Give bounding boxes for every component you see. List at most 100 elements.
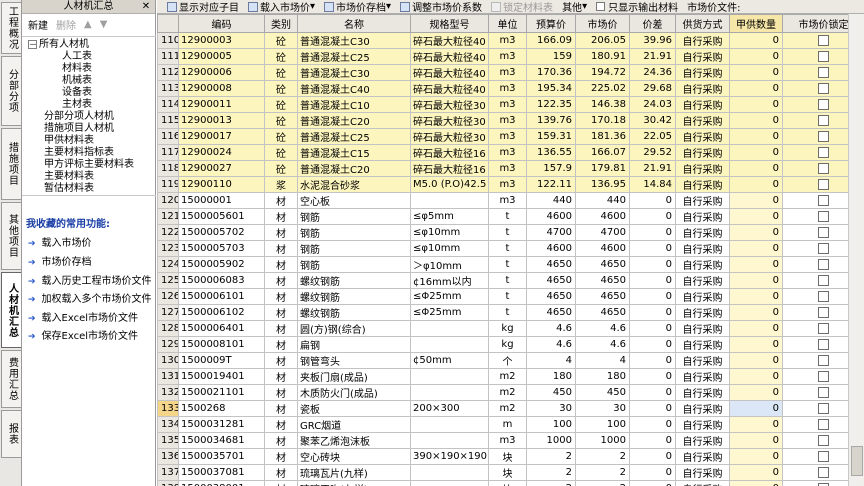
archive-market-price-button[interactable]: 市场价存档 ▾	[324, 0, 391, 13]
cell-price-diff[interactable]: 0	[629, 240, 676, 257]
cell-category[interactable]: 材	[264, 432, 298, 449]
cell-owner-qty[interactable]: 0	[729, 336, 783, 353]
cell-category[interactable]: 材	[264, 208, 298, 225]
cell-price-diff[interactable]: 29.68	[629, 80, 676, 97]
table-row[interactable]: 110 12900003 砼普通混凝土C30 碎石最大粒径40 m3 166.09 206.…	[157, 32, 864, 49]
table-row[interactable]: 117 12900024 砼普通混凝土C15 碎石最大粒径16 m3 136.55 166.…	[157, 144, 864, 161]
price-lock-checkbox[interactable]	[818, 418, 829, 430]
cell-name[interactable]: 瓷板	[297, 400, 411, 417]
cell-supply-method[interactable]: 自行采购	[675, 192, 730, 209]
price-lock-checkbox[interactable]	[818, 306, 829, 318]
cell-supply-method[interactable]: 自行采购	[675, 160, 730, 177]
cell-price-diff[interactable]: 0	[629, 256, 676, 273]
cell-spec[interactable]: 200×300	[410, 400, 489, 417]
cell-spec[interactable]: 碎石最大粒径40	[410, 32, 489, 49]
column-header-unit[interactable]: 单位	[488, 14, 527, 33]
cell-spec[interactable]	[410, 480, 489, 486]
tab-division-items[interactable]: 分部分项	[1, 56, 21, 126]
cell-unit[interactable]: t	[488, 304, 527, 321]
cell-budget-price[interactable]: 139.76	[526, 112, 576, 129]
price-lock-checkbox[interactable]	[818, 34, 829, 46]
cell-supply-method[interactable]: 自行采购	[675, 384, 730, 401]
cell-supply-method[interactable]: 自行采购	[675, 32, 730, 49]
cell-name[interactable]: 普通混凝土C30	[297, 32, 411, 49]
table-row[interactable]: 111 12900005 砼普通混凝土C25 碎石最大粒径40 m3 159 180.91 2…	[157, 48, 864, 65]
cell-price-diff[interactable]: 0	[629, 448, 676, 465]
cell-price-diff[interactable]: 24.36	[629, 64, 676, 81]
cell-price-diff[interactable]: 21.91	[629, 48, 676, 65]
cell-unit[interactable]: t	[488, 288, 527, 305]
cell-budget-price[interactable]: 195.34	[526, 80, 576, 97]
column-header-owner-qty[interactable]: 甲供数量	[729, 14, 783, 33]
cell-unit[interactable]: t	[488, 240, 527, 257]
cell-name[interactable]: 普通混凝土C10	[297, 96, 411, 113]
cell-owner-qty[interactable]: 0	[729, 288, 783, 305]
column-header-market-price[interactable]: 市场价	[575, 14, 630, 33]
cell-budget-price[interactable]: 4650	[526, 256, 576, 273]
cell-unit[interactable]: m3	[488, 48, 527, 65]
cell-code[interactable]: 1500005902	[178, 256, 265, 273]
cell-price-diff[interactable]: 0	[629, 208, 676, 225]
fav-load-market-price[interactable]: ➔ 载入市场价	[28, 237, 154, 251]
cell-unit[interactable]: m3	[488, 192, 527, 209]
cell-code[interactable]: 1500005702	[178, 224, 265, 241]
cell-name[interactable]: 琉璃正吻(九样)	[297, 480, 411, 486]
cell-spec[interactable]: 碎石最大粒径40	[410, 48, 489, 65]
tree-item-all[interactable]: －所有人材机	[28, 39, 89, 51]
column-header-spec[interactable]: 规格型号	[410, 14, 489, 33]
cell-category[interactable]: 砼	[264, 48, 298, 65]
cell-market-price[interactable]: 4700	[575, 224, 630, 241]
cell-spec[interactable]: ¢16mm以内	[410, 272, 489, 289]
tab-project-overview[interactable]: 工程概况	[1, 2, 21, 54]
table-row[interactable]: 134 1500031281 材 GRC烟道 m 100 100 0 自行采购 0	[157, 416, 864, 433]
tree-item-material[interactable]: 材料表	[62, 63, 92, 75]
cell-owner-qty[interactable]: 0	[729, 448, 783, 465]
cell-price-diff[interactable]: 30.42	[629, 112, 676, 129]
cell-owner-qty[interactable]: 0	[729, 432, 783, 449]
cell-budget-price[interactable]: 170.36	[526, 64, 576, 81]
tree-item-main-materials[interactable]: 主要材料表	[44, 171, 94, 183]
cell-unit[interactable]: m3	[488, 160, 527, 177]
cell-budget-price[interactable]: 2	[526, 464, 576, 481]
cell-supply-method[interactable]: 自行采购	[675, 288, 730, 305]
cell-market-price[interactable]: 1000	[575, 432, 630, 449]
cell-spec[interactable]	[410, 368, 489, 385]
price-lock-checkbox[interactable]	[818, 194, 829, 206]
cell-name[interactable]: 空心板	[297, 192, 411, 209]
price-lock-checkbox[interactable]	[818, 370, 829, 382]
cell-owner-qty[interactable]: 0	[729, 464, 783, 481]
cell-owner-qty[interactable]: 0	[729, 80, 783, 97]
cell-spec[interactable]: ＞φ10mm	[410, 256, 489, 273]
cell-budget-price[interactable]: 2	[526, 480, 576, 486]
cell-supply-method[interactable]: 自行采购	[675, 304, 730, 321]
cell-market-price[interactable]: 166.07	[575, 144, 630, 161]
cell-market-price[interactable]: 180.91	[575, 48, 630, 65]
cell-market-price[interactable]: 136.95	[575, 176, 630, 193]
cell-unit[interactable]: kg	[488, 336, 527, 353]
cell-budget-price[interactable]: 4650	[526, 304, 576, 321]
cell-name[interactable]: 钢筋	[297, 256, 411, 273]
close-icon[interactable]: ✕	[139, 0, 153, 13]
cell-price-diff[interactable]: 0	[629, 352, 676, 369]
cell-owner-qty[interactable]: 0	[729, 176, 783, 193]
cell-budget-price[interactable]: 4650	[526, 288, 576, 305]
cell-supply-method[interactable]: 自行采购	[675, 256, 730, 273]
price-lock-checkbox[interactable]	[818, 162, 829, 174]
cell-price-diff[interactable]: 0	[629, 224, 676, 241]
cell-price-diff[interactable]: 0	[629, 464, 676, 481]
cell-market-price[interactable]: 4600	[575, 208, 630, 225]
cell-owner-qty[interactable]: 0	[729, 64, 783, 81]
only-output-toggle[interactable]: 只显示输出材料	[596, 0, 678, 13]
cell-name[interactable]: 普通混凝土C25	[297, 128, 411, 145]
table-row[interactable]: 115 12900013 砼普通混凝土C20 碎石最大粒径30 m3 139.76 170.…	[157, 112, 864, 129]
column-header-name[interactable]: 名称	[297, 14, 411, 33]
price-lock-checkbox[interactable]	[818, 146, 829, 158]
cell-name[interactable]: 夹板门扇(成品)	[297, 368, 411, 385]
cell-category[interactable]: 材	[264, 240, 298, 257]
fav-load-excel[interactable]: ➔ 载入Excel市场价文件	[28, 312, 154, 326]
cell-budget-price[interactable]: 4700	[526, 224, 576, 241]
cell-owner-qty[interactable]: 0	[729, 144, 783, 161]
table-row[interactable]: 135 1500034681 材聚苯乙烯泡沫板 m3 1000 1000 0 自行采购 0	[157, 432, 864, 449]
cell-name[interactable]: 木质防火门(成品)	[297, 384, 411, 401]
cell-category[interactable]: 材	[264, 448, 298, 465]
